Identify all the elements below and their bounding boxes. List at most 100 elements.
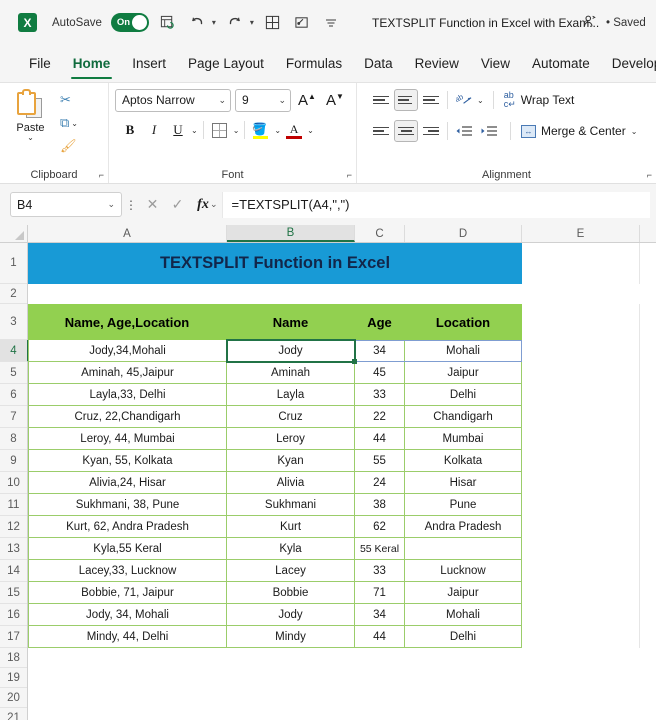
title-banner-cell[interactable]: TEXTSPLIT Function in Excel — [28, 243, 522, 284]
cell-e21[interactable] — [522, 708, 640, 720]
cell-b19[interactable] — [227, 668, 355, 688]
row-header-9[interactable]: 9 — [0, 450, 27, 472]
table-icon[interactable] — [263, 13, 283, 33]
cell-a8[interactable]: Leroy, 44, Mumbai — [28, 428, 227, 450]
cell-a10[interactable]: Alivia,24, Hisar — [28, 472, 227, 494]
cell-d21[interactable] — [405, 708, 522, 720]
row-header-3[interactable]: 3 — [0, 304, 27, 340]
increase-font-size-button[interactable]: A▲ — [295, 92, 319, 109]
row-header-12[interactable]: 12 — [0, 516, 27, 538]
cell-d16[interactable]: Mohali — [405, 604, 522, 626]
cell-d4[interactable]: Mohali — [405, 340, 522, 362]
cell-c21[interactable] — [355, 708, 405, 720]
undo-dropdown-icon[interactable]: ▾ — [212, 18, 216, 27]
cell-b8[interactable]: Leroy — [227, 428, 355, 450]
cell-b9[interactable]: Kyan — [227, 450, 355, 472]
font-color-dropdown-icon[interactable]: ⌄ — [307, 126, 314, 135]
cell-d2[interactable] — [405, 284, 522, 304]
tab-automate[interactable]: Automate — [521, 52, 601, 75]
cell-a13[interactable]: Kyla,55 Keral — [28, 538, 227, 560]
underline-button[interactable]: U — [167, 119, 189, 141]
cell-a21[interactable] — [28, 708, 227, 720]
row-header-15[interactable]: 15 — [0, 582, 27, 604]
orientation-dropdown-icon[interactable]: ⌄ — [477, 96, 484, 105]
column-header-a[interactable]: A — [28, 225, 227, 242]
cell-e6[interactable] — [522, 384, 640, 406]
formula-input[interactable]: =TEXTSPLIT(A4,",") — [221, 191, 650, 218]
formula-bar-options-icon[interactable]: ⋮ — [122, 198, 140, 212]
cell-c7[interactable]: 22 — [355, 406, 405, 428]
tab-insert[interactable]: Insert — [121, 52, 177, 75]
cell-e14[interactable] — [522, 560, 640, 582]
merge-center-button[interactable]: ↔ Merge & Center ⌄ — [515, 124, 637, 138]
font-size-combo[interactable]: 9 ⌄ — [235, 88, 291, 112]
cell-a9[interactable]: Kyan, 55, Kolkata — [28, 450, 227, 472]
cell-a16[interactable]: Jody, 34, Mohali — [28, 604, 227, 626]
cell-b17[interactable]: Mindy — [227, 626, 355, 648]
cell-d5[interactable]: Jaipur — [405, 362, 522, 384]
tab-home[interactable]: Home — [62, 52, 122, 79]
row-header-19[interactable]: 19 — [0, 668, 27, 688]
cell-c2[interactable] — [355, 284, 405, 304]
row-header-5[interactable]: 5 — [0, 362, 27, 384]
cell-e2[interactable] — [522, 284, 640, 304]
cell-c6[interactable]: 33 — [355, 384, 405, 406]
cell-d9[interactable]: Kolkata — [405, 450, 522, 472]
cell-a7[interactable]: Cruz, 22,Chandigarh — [28, 406, 227, 428]
cell-d7[interactable]: Chandigarh — [405, 406, 522, 428]
cell-d15[interactable]: Jaipur — [405, 582, 522, 604]
row-header-13[interactable]: 13 — [0, 538, 27, 560]
row-header-8[interactable]: 8 — [0, 428, 27, 450]
cell-c20[interactable] — [355, 688, 405, 708]
cell-a14[interactable]: Lacey,33, Lucknow — [28, 560, 227, 582]
align-bottom-button[interactable] — [419, 89, 443, 111]
cell-b10[interactable]: Alivia — [227, 472, 355, 494]
header-cell-c3[interactable]: Age — [355, 304, 405, 340]
cell-b16[interactable]: Jody — [227, 604, 355, 626]
borders-dropdown-icon[interactable]: ⌄ — [233, 126, 240, 135]
header-cell-d3[interactable]: Location — [405, 304, 522, 340]
header-cell-a3[interactable]: Name, Age,Location — [28, 304, 227, 340]
cell-b20[interactable] — [227, 688, 355, 708]
header-cell-b3[interactable]: Name — [227, 304, 355, 340]
cell-e20[interactable] — [522, 688, 640, 708]
cell-a6[interactable]: Layla,33, Delhi — [28, 384, 227, 406]
cell-e7[interactable] — [522, 406, 640, 428]
cell-a2[interactable] — [28, 284, 227, 304]
cell-b13[interactable]: Kyla — [227, 538, 355, 560]
alignment-dialog-launcher-icon[interactable]: ⌐ — [647, 170, 652, 180]
cell-c10[interactable]: 24 — [355, 472, 405, 494]
cell-e16[interactable] — [522, 604, 640, 626]
cell-e17[interactable] — [522, 626, 640, 648]
cell-c5[interactable]: 45 — [355, 362, 405, 384]
cell-d20[interactable] — [405, 688, 522, 708]
row-header-18[interactable]: 18 — [0, 648, 27, 668]
name-box[interactable]: B4 ⌄ — [10, 192, 122, 217]
cell-c11[interactable]: 38 — [355, 494, 405, 516]
cell-e19[interactable] — [522, 668, 640, 688]
select-all-button[interactable] — [0, 225, 28, 242]
cell-d12[interactable]: Andra Pradesh — [405, 516, 522, 538]
row-header-11[interactable]: 11 — [0, 494, 27, 516]
row-header-2[interactable]: 2 — [0, 284, 27, 304]
cell-d6[interactable]: Delhi — [405, 384, 522, 406]
row-header-7[interactable]: 7 — [0, 406, 27, 428]
column-header-c[interactable]: C — [355, 225, 405, 242]
cell-b6[interactable]: Layla — [227, 384, 355, 406]
font-color-button[interactable]: A — [283, 119, 305, 141]
cell-e3[interactable] — [522, 304, 640, 340]
cut-button[interactable]: ✂ — [55, 89, 102, 111]
redo-icon[interactable] — [225, 13, 245, 33]
cell-d13[interactable] — [405, 538, 522, 560]
tab-page-layout[interactable]: Page Layout — [177, 52, 275, 75]
align-center-button[interactable] — [394, 120, 418, 142]
cell-a19[interactable] — [28, 668, 227, 688]
cell-a20[interactable] — [28, 688, 227, 708]
underline-dropdown-icon[interactable]: ⌄ — [191, 126, 198, 135]
row-header-6[interactable]: 6 — [0, 384, 27, 406]
cell-c18[interactable] — [355, 648, 405, 668]
font-name-combo[interactable]: Aptos Narrow ⌄ — [115, 88, 231, 112]
cell-b15[interactable]: Bobbie — [227, 582, 355, 604]
align-middle-button[interactable] — [394, 89, 418, 111]
cell-d8[interactable]: Mumbai — [405, 428, 522, 450]
